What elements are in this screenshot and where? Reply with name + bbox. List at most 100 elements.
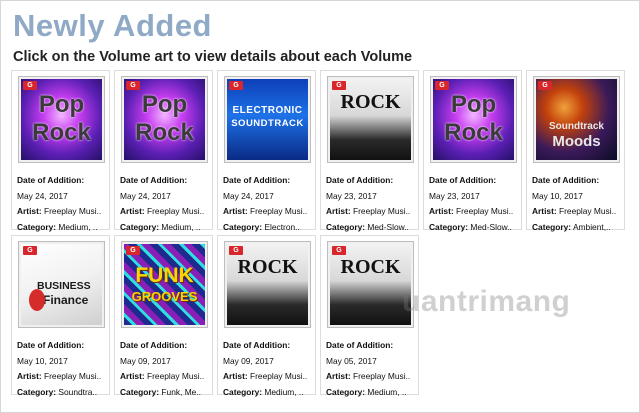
artist-label: Artist:: [532, 206, 557, 216]
volume-meta: Date of Addition: May 10, 2017 Artist: F…: [17, 338, 109, 400]
volume-meta: Date of Addition: May 24, 2017 Artist: F…: [17, 173, 109, 235]
artist-value: Freeplay Musi..: [456, 206, 514, 216]
art-title-line1: Pop: [38, 91, 85, 118]
artist-label: Artist:: [223, 371, 248, 381]
category-label: Category:: [326, 221, 366, 232]
volume-card: G FUNK GROOVES Date of Addition: May 09,…: [114, 235, 213, 397]
date-label: Date of Addition:: [429, 175, 497, 185]
date-value: May 05, 2017: [326, 355, 377, 366]
category-label: Category:: [429, 221, 469, 232]
art-title-line2: Rock: [444, 119, 503, 146]
artist-value: Freeplay Musi..: [147, 206, 205, 216]
category-label: Category:: [532, 221, 572, 232]
logo-badge: G: [332, 81, 346, 90]
date-label: Date of Addition:: [223, 340, 291, 350]
volume-meta: Date of Addition: May 05, 2017 Artist: F…: [326, 338, 418, 400]
artist-label: Artist:: [326, 206, 351, 216]
artist-label: Artist:: [120, 206, 145, 216]
artist-value: Freeplay Musi..: [559, 206, 617, 216]
logo-badge: G: [538, 81, 552, 90]
category-label: Category:: [17, 386, 57, 397]
artist-value: Freeplay Musi..: [353, 206, 411, 216]
date-label: Date of Addition:: [326, 175, 394, 185]
art-title-line1: Pop: [141, 91, 188, 118]
volume-art[interactable]: G ROCK: [224, 241, 311, 328]
volume-meta: Date of Addition: May 23, 2017 Artist: F…: [326, 173, 418, 235]
artist-label: Artist:: [17, 206, 42, 216]
volume-art[interactable]: G BUSINESS Finance: [18, 241, 105, 328]
art-title-line2: Rock: [32, 119, 91, 146]
category-value: Electron..: [264, 221, 300, 232]
volume-art[interactable]: G Soundtrack Moods: [533, 76, 620, 163]
art-title-line2: GROOVES: [131, 289, 198, 304]
volume-art[interactable]: G ROCK: [327, 241, 414, 328]
logo-badge: G: [229, 81, 243, 90]
page-subtitle: Click on the Volume art to view details …: [13, 49, 413, 65]
volume-card: G BUSINESS Finance Date of Addition: May…: [11, 235, 110, 397]
date-value: May 23, 2017: [326, 190, 377, 201]
artist-label: Artist:: [326, 371, 351, 381]
volume-art[interactable]: G Pop Rock: [121, 76, 208, 163]
logo-badge: G: [23, 246, 37, 255]
category-label: Category:: [326, 386, 366, 397]
artist-value: Freeplay Musi..: [147, 371, 205, 381]
volume-card: G ROCK Date of Addition: May 09, 2017 Ar…: [217, 235, 316, 397]
page-title: Newly Added: [13, 8, 212, 43]
artist-label: Artist:: [17, 371, 42, 381]
volume-card: G Pop Rock Date of Addition: May 24, 201…: [114, 70, 213, 232]
art-title-line1: ROCK: [340, 91, 401, 113]
volume-card: G Soundtrack Moods Date of Addition: May…: [526, 70, 625, 232]
date-label: Date of Addition:: [326, 340, 394, 350]
art-title-line1: FUNK: [135, 264, 194, 287]
volume-art[interactable]: G ELECTRONIC SOUNDTRACK: [224, 76, 311, 163]
date-value: May 10, 2017: [17, 355, 68, 366]
logo-badge: G: [435, 81, 449, 90]
artist-value: Freeplay Musi..: [44, 206, 102, 216]
category-value: Medium, ..: [161, 221, 201, 232]
category-value: Med-Slow..: [470, 221, 512, 232]
category-value: Medium, ..: [367, 386, 407, 397]
art-title-line1: ROCK: [340, 256, 401, 278]
ampersand-shape: [29, 289, 45, 311]
category-value: Med-Slow..: [367, 221, 409, 232]
date-label: Date of Addition:: [120, 340, 188, 350]
date-label: Date of Addition:: [17, 175, 85, 185]
date-label: Date of Addition:: [223, 175, 291, 185]
volume-card: G ROCK Date of Addition: May 23, 2017 Ar…: [320, 70, 419, 232]
artist-value: Freeplay Musi..: [353, 371, 411, 381]
artist-label: Artist:: [120, 371, 145, 381]
date-value: May 24, 2017: [17, 190, 68, 201]
logo-badge: G: [23, 81, 37, 90]
category-value: Ambient,..: [572, 221, 611, 232]
logo-badge: G: [332, 246, 346, 255]
category-label: Category:: [17, 221, 57, 232]
date-label: Date of Addition:: [532, 175, 600, 185]
category-value: Medium, ..: [58, 221, 98, 232]
volume-meta: Date of Addition: May 24, 2017 Artist: F…: [223, 173, 315, 235]
category-value: Soundtra..: [58, 386, 98, 397]
volume-art[interactable]: G ROCK: [327, 76, 414, 163]
volume-card: G Pop Rock Date of Addition: May 23, 201…: [423, 70, 522, 232]
volume-art[interactable]: G Pop Rock: [18, 76, 105, 163]
volume-meta: Date of Addition: May 23, 2017 Artist: F…: [429, 173, 521, 235]
volume-meta: Date of Addition: May 09, 2017 Artist: F…: [120, 338, 212, 400]
art-title-line1: Pop: [450, 91, 497, 118]
art-title-line1: ELECTRONIC: [232, 105, 303, 116]
art-title-line2: Rock: [135, 119, 194, 146]
volume-meta: Date of Addition: May 24, 2017 Artist: F…: [120, 173, 212, 235]
art-title-line2: SOUNDTRACK: [231, 118, 304, 129]
volume-art[interactable]: G Pop Rock: [430, 76, 517, 163]
volume-art[interactable]: G FUNK GROOVES: [121, 241, 208, 328]
date-value: May 09, 2017: [223, 355, 274, 366]
date-label: Date of Addition:: [120, 175, 188, 185]
date-value: May 24, 2017: [223, 190, 274, 201]
artist-value: Freeplay Musi..: [44, 371, 102, 381]
logo-badge: G: [229, 246, 243, 255]
date-label: Date of Addition:: [17, 340, 85, 350]
volume-meta: Date of Addition: May 09, 2017 Artist: F…: [223, 338, 315, 400]
logo-badge: G: [126, 81, 140, 90]
art-title-line1: Soundtrack: [548, 121, 604, 132]
artist-value: Freeplay Musi..: [250, 206, 308, 216]
watermark-text: uantrimang: [402, 285, 571, 318]
date-value: May 10, 2017: [532, 190, 583, 201]
